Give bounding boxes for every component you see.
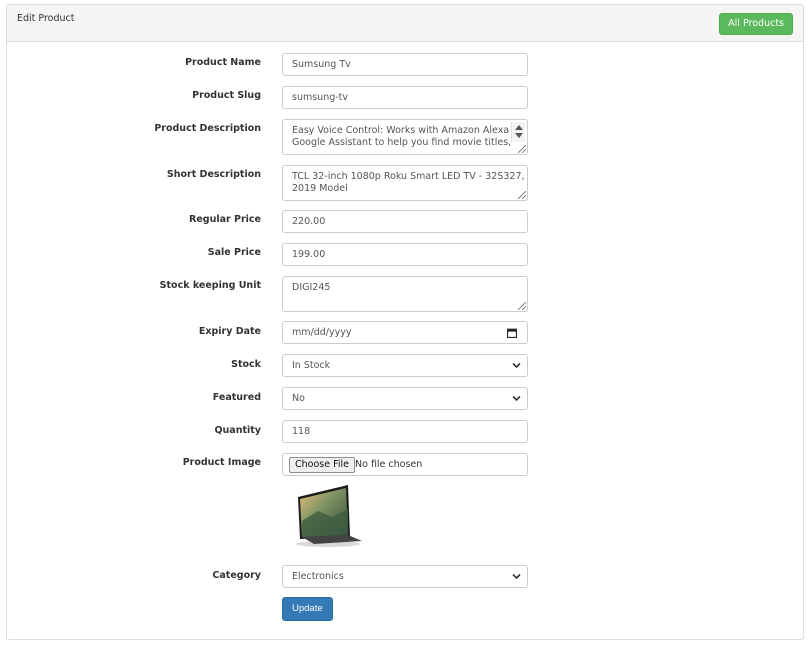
product-description-textarea[interactable]: Easy Voice Control: Works with Amazon Al… — [282, 119, 528, 155]
product-image-label: Product Image — [182, 457, 261, 468]
category-select[interactable]: Electronics — [282, 565, 528, 588]
product-slug-value: sumsung-tv — [292, 92, 349, 103]
featured-selected: No — [292, 393, 305, 404]
sku-value: DIGI245 — [292, 282, 331, 293]
product-name-input[interactable]: Sumsung Tv — [282, 53, 528, 76]
spinner-down-icon[interactable] — [515, 133, 523, 138]
expiry-date-input[interactable]: mm/dd/yyyy — [282, 321, 528, 344]
sale-price-label: Sale Price — [207, 247, 261, 258]
stock-label: Stock — [231, 359, 261, 370]
chevron-down-icon[interactable] — [512, 573, 521, 580]
product-slug-input[interactable]: sumsung-tv — [282, 86, 528, 109]
quantity-input[interactable]: 118 — [282, 420, 528, 443]
resize-handle-icon[interactable] — [518, 145, 526, 153]
product-description-line-2: Google Assistant to help you find movie … — [292, 137, 512, 148]
product-image-file-input[interactable]: Choose File No file chosen — [282, 453, 528, 476]
sale-price-value: 199.00 — [292, 249, 326, 260]
product-name-label: Product Name — [185, 57, 261, 68]
sku-textarea[interactable]: DIGI245 — [282, 276, 528, 312]
page-title: Edit Product — [17, 13, 75, 24]
short-description-line-2: 2019 Model — [292, 183, 348, 194]
product-image-preview — [296, 485, 362, 547]
resize-handle-icon[interactable] — [518, 191, 526, 199]
update-button[interactable]: Update — [282, 597, 333, 621]
file-status-text: No file chosen — [355, 459, 423, 470]
category-label: Category — [212, 570, 261, 581]
short-description-label: Short Description — [166, 169, 261, 180]
regular-price-label: Regular Price — [189, 214, 261, 225]
featured-select[interactable]: No — [282, 387, 528, 410]
resize-handle-icon[interactable] — [518, 302, 526, 310]
regular-price-input[interactable]: 220.00 — [282, 210, 528, 233]
expiry-date-label: Expiry Date — [198, 326, 261, 337]
chevron-down-icon[interactable] — [512, 395, 521, 402]
expiry-date-placeholder: mm/dd/yyyy — [292, 327, 352, 338]
panel-heading: Edit Product All Products — [7, 5, 803, 42]
product-slug-label: Product Slug — [192, 90, 261, 101]
sku-label: Stock keeping Unit — [159, 280, 261, 291]
regular-price-value: 220.00 — [292, 216, 326, 227]
category-selected: Electronics — [292, 571, 344, 582]
chevron-down-icon[interactable] — [512, 362, 521, 369]
choose-file-button[interactable]: Choose File — [289, 457, 355, 473]
product-description-line-1: Easy Voice Control: Works with Amazon Al… — [292, 125, 522, 136]
sale-price-input[interactable]: 199.00 — [282, 243, 528, 266]
quantity-label: Quantity — [214, 425, 261, 436]
calendar-icon[interactable] — [507, 328, 517, 338]
spinner-up-icon[interactable] — [515, 125, 523, 130]
stock-selected: In Stock — [292, 360, 331, 371]
featured-label: Featured — [212, 392, 261, 403]
stock-select[interactable]: In Stock — [282, 354, 528, 377]
all-products-button[interactable]: All Products — [719, 13, 793, 35]
product-name-value: Sumsung Tv — [292, 59, 351, 70]
quantity-value: 118 — [292, 426, 311, 437]
short-description-textarea[interactable]: TCL 32-inch 1080p Roku Smart LED TV - 32… — [282, 165, 528, 201]
product-description-label: Product Description — [154, 123, 261, 134]
spinner-icon[interactable] — [511, 122, 525, 142]
edit-product-panel: Edit Product All Products Product Name S… — [6, 4, 804, 640]
short-description-line-1: TCL 32-inch 1080p Roku Smart LED TV - 32… — [292, 171, 525, 182]
